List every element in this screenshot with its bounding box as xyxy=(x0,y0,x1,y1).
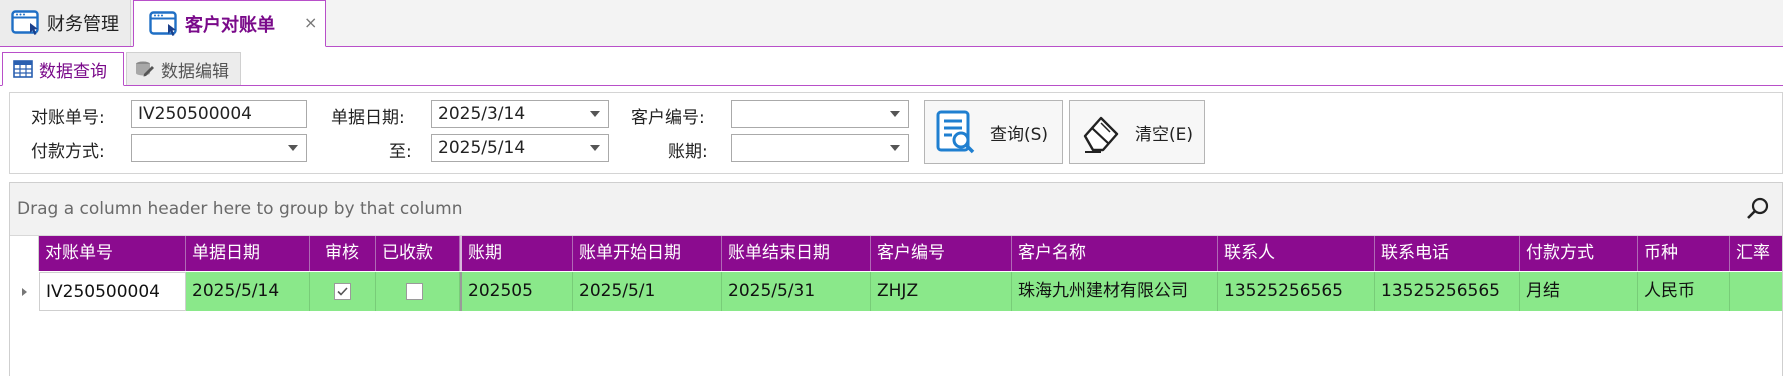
cell-payment-method[interactable]: 月结 xyxy=(1520,272,1638,311)
tab-divider xyxy=(0,85,1783,86)
payment-method-select[interactable] xyxy=(131,134,307,162)
column-header[interactable]: 已收款 xyxy=(376,236,460,271)
cell-contact[interactable]: 13525256565 xyxy=(1218,272,1375,311)
column-header[interactable]: 对账单号 xyxy=(39,236,186,271)
cell-end-date[interactable]: 2025/5/31 xyxy=(722,272,871,311)
column-header[interactable]: 账单结束日期 xyxy=(722,236,871,271)
customer-no-select[interactable] xyxy=(731,100,909,128)
column-header[interactable]: 单据日期 xyxy=(186,236,310,271)
doc-date-from-value: 2025/3/14 xyxy=(438,104,526,124)
cell-phone[interactable]: 13525256565 xyxy=(1375,272,1520,311)
window-icon xyxy=(11,10,39,35)
tab-label: 数据编辑 xyxy=(161,61,229,82)
doc-date-to-picker[interactable]: 2025/5/14 xyxy=(431,134,609,162)
chevron-down-icon[interactable] xyxy=(288,145,298,151)
window-icon xyxy=(149,10,177,36)
period-select[interactable] xyxy=(731,134,909,162)
column-header[interactable]: 客户名称 xyxy=(1012,236,1218,271)
cell-audited[interactable] xyxy=(310,272,376,311)
audited-checkbox[interactable] xyxy=(334,283,351,300)
view-tab-bar: 数据查询 数据编辑 xyxy=(0,52,1783,86)
column-header[interactable]: 付款方式 xyxy=(1520,236,1638,271)
tab-customer-statement[interactable]: 客户对账单 × xyxy=(133,0,326,47)
cell-doc-date[interactable]: 2025/5/14 xyxy=(186,272,310,311)
cell-customer-no[interactable]: ZHJZ xyxy=(871,272,1012,311)
cell-currency[interactable]: 人民币 xyxy=(1638,272,1730,311)
clear-button[interactable]: 清空(E) xyxy=(1069,100,1205,164)
doc-date-from-picker[interactable]: 2025/3/14 xyxy=(431,100,609,128)
database-edit-icon xyxy=(136,61,154,77)
table-row[interactable]: IV250500004 2025/5/14 202505 2025/5/1 20… xyxy=(10,272,1782,311)
payment-method-label: 付款方式: xyxy=(31,142,105,162)
search-icon[interactable] xyxy=(1746,197,1770,221)
column-header[interactable]: 汇率 xyxy=(1730,236,1783,271)
cell-statement-no[interactable]: IV250500004 xyxy=(39,272,186,311)
close-icon[interactable]: × xyxy=(304,13,317,32)
chevron-down-icon[interactable] xyxy=(590,111,600,117)
tab-label: 客户对账单 xyxy=(185,14,275,36)
customer-no-label: 客户编号: xyxy=(631,108,705,128)
statement-no-input[interactable]: IV250500004 xyxy=(131,100,307,128)
grid-header: 对账单号 单据日期 审核 已收款 账期 账单开始日期 账单结束日期 客户编号 客… xyxy=(10,236,1782,271)
cell-rate[interactable] xyxy=(1730,272,1783,311)
row-indicator[interactable] xyxy=(10,272,40,311)
tab-data-edit[interactable]: 数据编辑 xyxy=(126,52,241,86)
period-label: 账期: xyxy=(668,142,708,162)
statement-grid: Drag a column header here to group by th… xyxy=(9,182,1783,376)
to-label: 至: xyxy=(389,142,412,162)
grid-icon xyxy=(13,60,33,78)
query-button-label: 查询(S) xyxy=(990,124,1049,145)
tab-label: 财务管理 xyxy=(47,14,119,35)
column-header[interactable]: 币种 xyxy=(1638,236,1730,271)
cell-customer-name[interactable]: 珠海九州建材有限公司 xyxy=(1012,272,1218,311)
document-tab-bar: 财务管理 客户对账单 × xyxy=(0,0,1783,47)
header-indicator xyxy=(10,236,39,271)
group-hint: Drag a column header here to group by th… xyxy=(17,199,463,219)
cell-period[interactable]: 202505 xyxy=(460,272,573,311)
tab-label: 数据查询 xyxy=(39,61,107,82)
group-panel[interactable]: Drag a column header here to group by th… xyxy=(10,183,1782,236)
cell-start-date[interactable]: 2025/5/1 xyxy=(573,272,722,311)
chevron-down-icon[interactable] xyxy=(890,145,900,151)
column-header[interactable]: 审核 xyxy=(310,236,376,271)
query-button[interactable]: 查询(S) xyxy=(924,100,1063,164)
cell-received[interactable] xyxy=(376,272,460,311)
tab-finance-management[interactable]: 财务管理 xyxy=(0,0,131,46)
clear-button-label: 清空(E) xyxy=(1135,124,1194,145)
column-header[interactable]: 账期 xyxy=(460,236,573,271)
tab-data-query[interactable]: 数据查询 xyxy=(2,52,124,86)
received-checkbox[interactable] xyxy=(406,283,423,300)
column-header[interactable]: 账单开始日期 xyxy=(573,236,722,271)
search-document-icon xyxy=(936,110,975,154)
chevron-down-icon[interactable] xyxy=(590,145,600,151)
chevron-right-icon xyxy=(22,288,27,296)
column-header[interactable]: 联系人 xyxy=(1218,236,1375,271)
column-header[interactable]: 联系电话 xyxy=(1375,236,1520,271)
eraser-icon xyxy=(1083,116,1119,153)
column-header[interactable]: 客户编号 xyxy=(871,236,1012,271)
statement-no-label: 对账单号: xyxy=(31,108,105,128)
doc-date-label: 单据日期: xyxy=(331,108,405,128)
doc-date-to-value: 2025/5/14 xyxy=(438,138,526,158)
chevron-down-icon[interactable] xyxy=(890,111,900,117)
